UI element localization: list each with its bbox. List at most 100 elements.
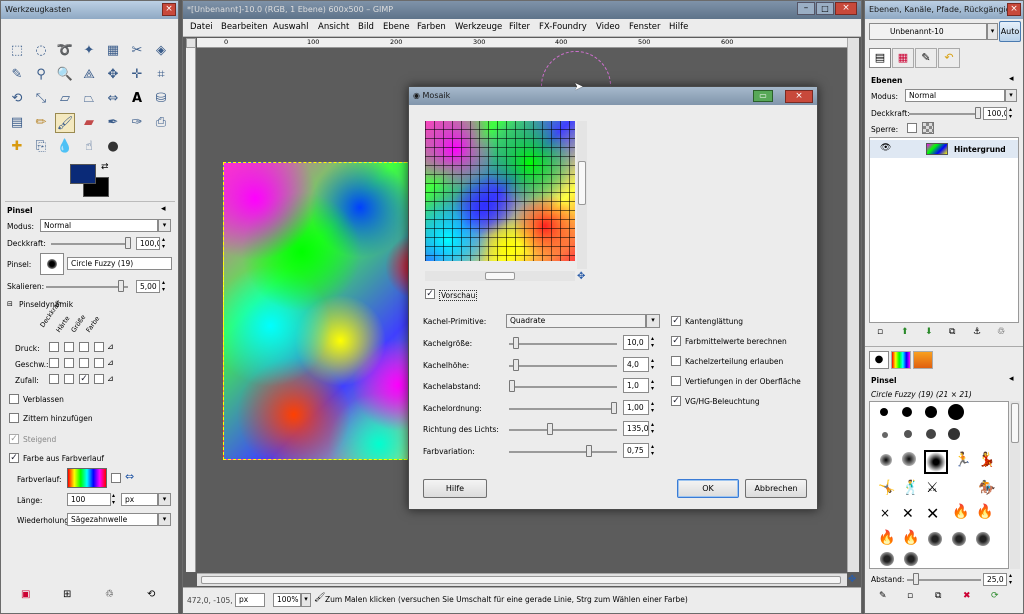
eye-icon[interactable]: 👁	[880, 143, 891, 153]
tab-gradients-icon[interactable]	[891, 351, 911, 369]
chevron-down-icon[interactable]: ▾	[158, 513, 171, 526]
rotate-icon[interactable]: ⟲	[7, 89, 27, 109]
scale-field[interactable]: 5,00	[136, 280, 160, 293]
blend-icon[interactable]: ▤	[7, 113, 27, 133]
airbrush-icon[interactable]: ✒	[103, 113, 123, 133]
collapse-icon[interactable]: ⊟	[7, 300, 13, 308]
tab-brushes-icon[interactable]: ●	[869, 351, 889, 369]
option-checkbox-checked[interactable]: ✓	[671, 336, 681, 346]
brush-swatch-figure[interactable]: 🕺	[902, 480, 919, 496]
brush-swatch[interactable]	[880, 454, 892, 466]
menu-datei[interactable]: Datei	[190, 22, 213, 32]
gradient-preview[interactable]	[67, 468, 107, 488]
menu-bild[interactable]: Bild	[358, 22, 374, 32]
preview-vscroll[interactable]	[577, 121, 587, 269]
navigate-icon[interactable]: ✥	[577, 271, 585, 282]
brush-swatch[interactable]	[882, 432, 888, 438]
paths-icon[interactable]: ✎	[7, 65, 27, 85]
duplicate-brush-icon[interactable]: ⧉	[935, 591, 941, 601]
param-slider-thumb[interactable]	[585, 445, 592, 457]
layer-opacity-spinner-icon[interactable]: ▴ ▾	[1009, 106, 1012, 120]
flip-icon[interactable]: ⇔	[103, 89, 123, 109]
spacing-spinner-icon[interactable]: ▴ ▾	[1009, 572, 1012, 586]
dyn-checkbox[interactable]	[64, 342, 74, 352]
auto-button[interactable]: Auto	[999, 21, 1021, 42]
close-icon[interactable]: ×	[162, 3, 176, 16]
scale-slider-track[interactable]	[46, 286, 128, 288]
lower-layer-icon[interactable]: ⬇	[925, 327, 933, 337]
gradient-swap-icon[interactable]: ⇔	[125, 470, 134, 483]
zoom-icon[interactable]: 🔍	[55, 65, 75, 85]
param-value-field[interactable]: 135,0	[623, 421, 649, 437]
brush-swatch-hole[interactable]	[904, 552, 918, 566]
jitter-checkbox[interactable]	[9, 413, 19, 423]
curve-icon[interactable]: ⊿	[107, 374, 114, 383]
edit-brush-icon[interactable]: ✎	[879, 591, 887, 601]
length-spinner-icon[interactable]: ▴ ▾	[112, 492, 115, 506]
preview-vscroll-thumb[interactable]	[578, 161, 586, 205]
brush-grid[interactable]: 🏃 💃 🤸 🕺 ⚔ 🏇 × ✕ ✕ 🔥 🔥 🔥 🔥	[869, 401, 1009, 569]
horizontal-ruler[interactable]: 0 100 200 300 400 500 600	[197, 38, 847, 48]
brush-swatch-cross[interactable]: ✕	[926, 504, 939, 523]
layers-menu-icon[interactable]: ◂	[1009, 74, 1014, 84]
new-layer-icon[interactable]: ▫	[877, 327, 883, 337]
brush-swatch-hole[interactable]	[976, 532, 990, 546]
preview-hscroll-thumb[interactable]	[485, 272, 515, 280]
color-select-icon[interactable]: ▦	[103, 41, 123, 61]
swap-colors-icon[interactable]: ⇄	[101, 162, 109, 172]
dyn-checkbox-checked[interactable]: ✓	[79, 374, 89, 384]
color-picker-icon[interactable]: ⚲	[31, 65, 51, 85]
brush-swatch[interactable]	[925, 406, 937, 418]
preview-image[interactable]	[425, 121, 575, 261]
brush-name-field[interactable]: Circle Fuzzy (19)	[67, 257, 172, 270]
bucket-fill-icon[interactable]: ⛁	[151, 89, 171, 109]
refresh-brushes-icon[interactable]: ⟳	[991, 591, 999, 601]
param-slider-track[interactable]	[509, 407, 617, 410]
align-icon[interactable]: ✛	[127, 65, 147, 85]
option-checkbox-checked[interactable]: ✓	[671, 396, 681, 406]
param-slider-track[interactable]	[509, 451, 617, 453]
tool-options-menu-icon[interactable]: ◂	[161, 204, 166, 214]
menu-werkzeuge[interactable]: Werkzeuge	[455, 22, 502, 32]
preview-checkbox[interactable]: ✓	[425, 289, 435, 299]
brush-swatch-hole[interactable]	[928, 532, 942, 546]
pencil-icon[interactable]: ✏	[31, 113, 51, 133]
brush-swatch-figure[interactable]: 🏇	[978, 480, 995, 496]
perspective-icon[interactable]: ⏢	[79, 89, 99, 109]
param-value-field[interactable]: 10,0	[623, 335, 649, 350]
brush-grid-scrollbar[interactable]	[1010, 401, 1020, 569]
zoom-select[interactable]: 100%	[273, 593, 301, 607]
layer-opacity-slider-track[interactable]	[909, 113, 981, 115]
curve-icon[interactable]: ⊿	[107, 342, 114, 351]
opacity-field[interactable]: 100,0	[136, 237, 160, 250]
opacity-slider-thumb[interactable]	[125, 237, 131, 249]
move-icon[interactable]: ✥	[103, 65, 123, 85]
dyn-checkbox[interactable]	[49, 358, 59, 368]
new-brush-icon[interactable]: ▫	[907, 591, 913, 601]
horizontal-scrollbar-thumb[interactable]	[201, 576, 841, 584]
param-slider-thumb[interactable]	[611, 401, 617, 414]
menu-fx-foundry[interactable]: FX-Foundry	[539, 22, 587, 32]
param-slider-track[interactable]	[509, 364, 617, 367]
help-button[interactable]: Hilfe	[423, 479, 487, 498]
layer-opacity-field[interactable]: 100,0	[983, 107, 1007, 120]
layers-titlebar[interactable]: Ebenen, Kanäle, Pfade, Rückgängig... ×	[865, 1, 1023, 19]
cancel-button[interactable]: Abbrechen	[745, 479, 807, 498]
spinner-icon[interactable]: ▴ ▾	[651, 443, 654, 457]
lock-alpha-icon[interactable]	[922, 122, 934, 134]
option-checkbox[interactable]	[671, 376, 681, 386]
foreground-select-icon[interactable]: ◈	[151, 41, 171, 61]
brush-swatch[interactable]	[902, 407, 912, 417]
menu-video[interactable]: Video	[596, 22, 620, 32]
delete-layer-icon[interactable]: ♲	[997, 327, 1005, 337]
dyn-checkbox[interactable]	[94, 358, 104, 368]
menu-filter[interactable]: Filter	[509, 22, 530, 32]
menu-hilfe[interactable]: Hilfe	[669, 22, 688, 32]
menu-ebene[interactable]: Ebene	[383, 22, 410, 32]
brush-preview[interactable]	[40, 253, 64, 275]
chevron-down-icon[interactable]: ▾	[1005, 89, 1017, 102]
brush-swatch[interactable]	[880, 408, 888, 416]
option-checkbox-checked[interactable]: ✓	[671, 316, 681, 326]
unit-select[interactable]: px	[235, 593, 265, 607]
text-icon[interactable]: A	[127, 89, 147, 109]
